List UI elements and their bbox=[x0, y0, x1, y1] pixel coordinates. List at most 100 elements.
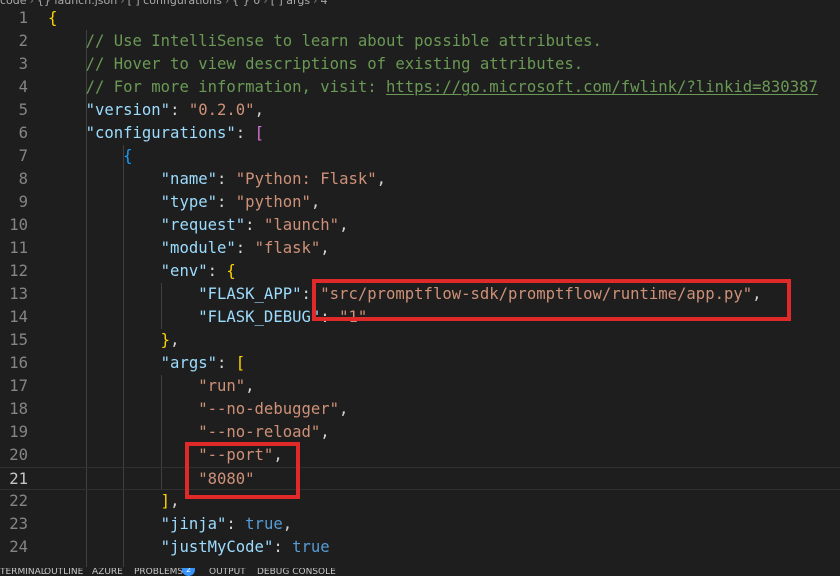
code-text[interactable]: "env": { bbox=[48, 260, 236, 283]
code-text[interactable]: "--no-reload", bbox=[48, 421, 330, 444]
code-line[interactable]: 3 // Hover to view descriptions of exist… bbox=[0, 53, 840, 76]
code-token: "justMyCode" bbox=[160, 538, 274, 556]
code-token: true bbox=[245, 515, 283, 533]
line-number: 6 bbox=[18, 124, 28, 142]
code-token: , bbox=[320, 423, 330, 441]
code-line[interactable]: 2 // Use IntelliSense to learn about pos… bbox=[0, 30, 840, 53]
code-text[interactable]: { bbox=[48, 145, 133, 168]
code-line[interactable]: 20 "--port", bbox=[0, 444, 840, 467]
code-text[interactable]: "jinja": true, bbox=[48, 513, 292, 536]
code-token: { bbox=[123, 147, 133, 165]
breadcrumb-separator-icon: › bbox=[120, 0, 125, 7]
code-token: , bbox=[339, 216, 349, 234]
code-token: "launch" bbox=[263, 216, 340, 234]
code-text[interactable]: { bbox=[48, 7, 57, 30]
code-line[interactable]: 8 "name": "Python: Flask", bbox=[0, 168, 840, 191]
breadcrumb-item[interactable]: { } 0 bbox=[232, 0, 260, 7]
code-text[interactable]: // Use IntelliSense to learn about possi… bbox=[48, 30, 602, 53]
problems-count-badge: 2 bbox=[182, 568, 195, 576]
code-token: // For more information, visit: bbox=[85, 78, 386, 96]
panel-tab-problems[interactable]: PROBLEMS bbox=[134, 568, 183, 576]
code-line[interactable]: 4 // For more information, visit: https:… bbox=[0, 76, 840, 99]
breadcrumb-separator-icon: › bbox=[313, 0, 318, 7]
code-text[interactable]: // For more information, visit: https://… bbox=[48, 76, 818, 99]
breadcrumb-item[interactable]: 4 bbox=[320, 0, 327, 7]
code-text[interactable]: "configurations": [ bbox=[48, 122, 264, 145]
code-token: "jinja" bbox=[160, 515, 227, 533]
code-line[interactable]: 16 "args": [ bbox=[0, 352, 840, 375]
code-text[interactable]: ], bbox=[48, 490, 180, 513]
code-token: "request" bbox=[160, 216, 246, 234]
code-text[interactable]: "name": "Python: Flask", bbox=[48, 168, 386, 191]
breadcrumb-item[interactable]: {} launch.json bbox=[37, 0, 117, 7]
code-line[interactable]: 15 }, bbox=[0, 329, 840, 352]
line-number: 10 bbox=[9, 216, 28, 234]
code-text[interactable]: "--no-debugger", bbox=[48, 398, 348, 421]
code-line[interactable]: 5 "version": "0.2.0", bbox=[0, 99, 840, 122]
panel-tab-terminal[interactable]: TERMINAL bbox=[0, 568, 46, 576]
code-token: [ bbox=[235, 354, 246, 372]
line-number: 20 bbox=[9, 446, 28, 464]
code-token: "--no-debugger" bbox=[198, 400, 340, 418]
code-text[interactable]: "run", bbox=[48, 375, 254, 398]
panel-tab-azure[interactable]: AZURE bbox=[92, 568, 123, 576]
code-line[interactable]: 1{ bbox=[0, 7, 840, 30]
line-number: 14 bbox=[9, 308, 28, 326]
code-line[interactable]: 10 "request": "launch", bbox=[0, 214, 840, 237]
code-line[interactable]: 7 { bbox=[0, 145, 840, 168]
code-token: "configurations" bbox=[85, 124, 236, 142]
panel-tab-outline[interactable]: OUTLINE bbox=[44, 568, 83, 576]
code-line[interactable]: 19 "--no-reload", bbox=[0, 421, 840, 444]
code-token: : bbox=[273, 538, 293, 556]
code-token: "0.2.0" bbox=[188, 101, 255, 119]
line-number: 21 bbox=[9, 470, 28, 488]
code-text[interactable]: // Hover to view descriptions of existin… bbox=[48, 53, 584, 76]
code-text[interactable]: "request": "launch", bbox=[48, 214, 349, 237]
code-text[interactable]: "justMyCode": true bbox=[48, 536, 330, 559]
code-line[interactable]: 11 "module": "flask", bbox=[0, 237, 840, 260]
line-number: 24 bbox=[9, 538, 28, 556]
code-line[interactable]: 6 "configurations": [ bbox=[0, 122, 840, 145]
panel-tab-output[interactable]: OUTPUT bbox=[209, 568, 246, 576]
code-text[interactable]: }, bbox=[48, 329, 180, 352]
code-token: "env" bbox=[160, 262, 208, 280]
code-text[interactable]: "module": "flask", bbox=[48, 237, 330, 260]
line-number: 23 bbox=[9, 515, 28, 533]
code-line[interactable]: 17 "run", bbox=[0, 375, 840, 398]
code-token: : bbox=[226, 515, 246, 533]
code-token: "run" bbox=[198, 377, 246, 395]
code-token: : bbox=[207, 262, 227, 280]
line-number: 4 bbox=[18, 78, 28, 96]
line-number: 3 bbox=[18, 55, 28, 73]
code-token[interactable]: https://go.microsoft.com/fwlink/?linkid=… bbox=[386, 78, 818, 96]
code-text[interactable]: "args": [ bbox=[48, 352, 246, 375]
code-text[interactable]: "type": "python", bbox=[48, 191, 321, 214]
code-line[interactable]: 23 "jinja": true, bbox=[0, 513, 840, 536]
code-line[interactable]: 24 "justMyCode": true bbox=[0, 536, 840, 559]
code-line[interactable]: 21 "8080" bbox=[0, 467, 840, 490]
code-line[interactable]: 9 "type": "python", bbox=[0, 191, 840, 214]
breadcrumb-separator-icon: › bbox=[224, 0, 230, 7]
code-line[interactable]: 22 ], bbox=[0, 490, 840, 513]
panel-tabs[interactable]: TERMINAL OUTLINE AZURE PROBLEMS 2 OUTPUT DEBUG… bbox=[0, 568, 840, 576]
panel-tab-debug-console[interactable]: DEBUG CONSOLE bbox=[257, 568, 336, 576]
code-line[interactable]: 18 "--no-debugger", bbox=[0, 398, 840, 421]
code-token: "Python: Flask" bbox=[235, 170, 377, 188]
breadcrumb-item[interactable]: [ ] configurations bbox=[128, 0, 222, 7]
breadcrumb-item[interactable]: [ ] args bbox=[271, 0, 310, 7]
code-text[interactable]: "version": "0.2.0", bbox=[48, 99, 264, 122]
line-number: 11 bbox=[9, 239, 28, 257]
breadcrumb[interactable]: code ›{} launch.json ›[ ] configurations ›{… bbox=[0, 0, 840, 7]
breadcrumb-item[interactable]: code bbox=[0, 0, 27, 7]
